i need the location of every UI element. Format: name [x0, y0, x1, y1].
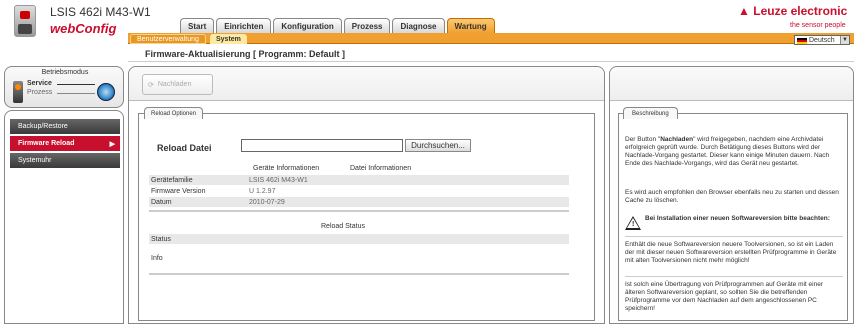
column-header-device: Geräte Informationen [253, 165, 320, 172]
status-label: Status [151, 235, 171, 243]
brand-logo: ▲ Leuze electronic [738, 4, 847, 18]
text-bold: Nachladen [660, 136, 694, 143]
row-label: Firmware Version [151, 187, 206, 195]
mode-line [57, 84, 95, 85]
table-row: Firmware Version U 1.2.97 [149, 186, 569, 196]
row-label: Gerätefamilie [151, 176, 193, 184]
device-icon [14, 5, 36, 37]
description-paragraph-4: Ist solch eine Übertragung von Prüfprogr… [625, 281, 823, 312]
chevron-down-icon: ▼ [840, 36, 849, 44]
divider [149, 273, 569, 275]
warning-icon: ! [625, 216, 641, 230]
operating-mode-panel: Betriebsmodus Service Prozess [4, 66, 124, 108]
info-row: Info [149, 253, 569, 263]
nachladen-button[interactable]: ⟳ Nachladen [142, 74, 213, 95]
tab-prozess[interactable]: Prozess [343, 18, 391, 33]
table-row: Gerätefamilie LSIS 462i M43-W1 [149, 175, 569, 185]
device-name: LSIS 462i M43-W1 [50, 5, 151, 19]
mode-line [57, 93, 95, 94]
row-value: 2010-07-29 [249, 198, 285, 206]
main-tabs: Start Einrichten Konfiguration Prozess D… [180, 18, 495, 33]
main-panel: ⟳ Nachladen Reload Optionen Reload Datei… [128, 66, 605, 324]
tab-diagnose[interactable]: Diagnose [392, 18, 445, 33]
description-toolbar [610, 67, 853, 101]
sidebar-item-firmware-reload[interactable]: Firmware Reload ▶ [10, 136, 120, 151]
status-row: Status [149, 234, 569, 244]
description-paragraph-2: Es wird auch empfohlen den Browser ebenf… [625, 189, 839, 204]
sidebar: Backup/Restore Firmware Reload ▶ Systemu… [4, 110, 124, 324]
subtab-system[interactable]: System [210, 34, 247, 44]
description-panel: Beschreibung Der Button "Nachladen" wird… [609, 66, 854, 324]
tab-start[interactable]: Start [180, 18, 215, 33]
tab-beschreibung[interactable]: Beschreibung [623, 107, 678, 119]
device-mode-icon [13, 81, 23, 103]
text: Der Button " [625, 136, 661, 143]
chevron-right-icon: ▶ [109, 140, 115, 148]
divider [625, 236, 843, 237]
row-label: Datum [151, 198, 172, 206]
brand-name: Leuze electronic [753, 4, 848, 18]
info-label: Info [151, 254, 163, 262]
brand-symbol: ▲ [738, 4, 750, 18]
reload-icon: ⟳ [148, 81, 154, 89]
subtab-benutzerverwaltung[interactable]: Benutzerverwaltung [130, 34, 206, 44]
sub-navigation: Benutzerverwaltung System [128, 33, 854, 44]
tab-wartung[interactable]: Wartung [446, 18, 495, 33]
nachladen-label: Nachladen [157, 81, 192, 88]
divider [149, 210, 569, 212]
mode-service-label: Service [27, 80, 52, 87]
tab-reload-optionen[interactable]: Reload Optionen [144, 107, 204, 119]
page-title: Firmware-Aktualisierung [ Programm: Defa… [128, 46, 854, 62]
brand-tagline: the sensor people [790, 22, 846, 29]
mode-switch-knob[interactable] [97, 83, 115, 101]
mode-prozess-label: Prozess [27, 89, 53, 96]
mode-title: Betriebsmodus [41, 69, 89, 76]
warning-text: Bei Installation einer neuen Softwarever… [645, 215, 830, 222]
column-header-file: Datei Informationen [350, 165, 412, 172]
language-select[interactable]: Deutsch ▼ [794, 35, 850, 45]
table-row: Datum 2010-07-29 [149, 197, 569, 207]
reload-status-heading: Reload Status [321, 223, 365, 230]
sidebar-item-systemuhr[interactable]: Systemuhr [10, 153, 120, 168]
browse-button[interactable]: Durchsuchen... [405, 139, 471, 152]
sidebar-item-label: Firmware Reload [18, 140, 75, 147]
main-toolbar: ⟳ Nachladen [129, 67, 604, 101]
description-paragraph-3: Enthält die neue Softwareversion neuere … [625, 241, 837, 264]
german-flag-icon [797, 38, 807, 44]
divider [625, 276, 843, 277]
row-value: LSIS 462i M43-W1 [249, 176, 308, 184]
sidebar-item-backup-restore[interactable]: Backup/Restore [10, 119, 120, 134]
reload-file-label: Reload Datei [157, 143, 212, 153]
row-value: U 1.2.97 [249, 187, 276, 195]
app-name: webConfig [50, 21, 117, 36]
tab-konfiguration[interactable]: Konfiguration [273, 18, 342, 33]
description-paragraph-1: Der Button "Nachladen" wird freigegeben,… [625, 136, 843, 168]
language-value: Deutsch [809, 36, 835, 44]
tab-einrichten[interactable]: Einrichten [216, 18, 272, 33]
reload-file-input[interactable] [241, 139, 403, 152]
